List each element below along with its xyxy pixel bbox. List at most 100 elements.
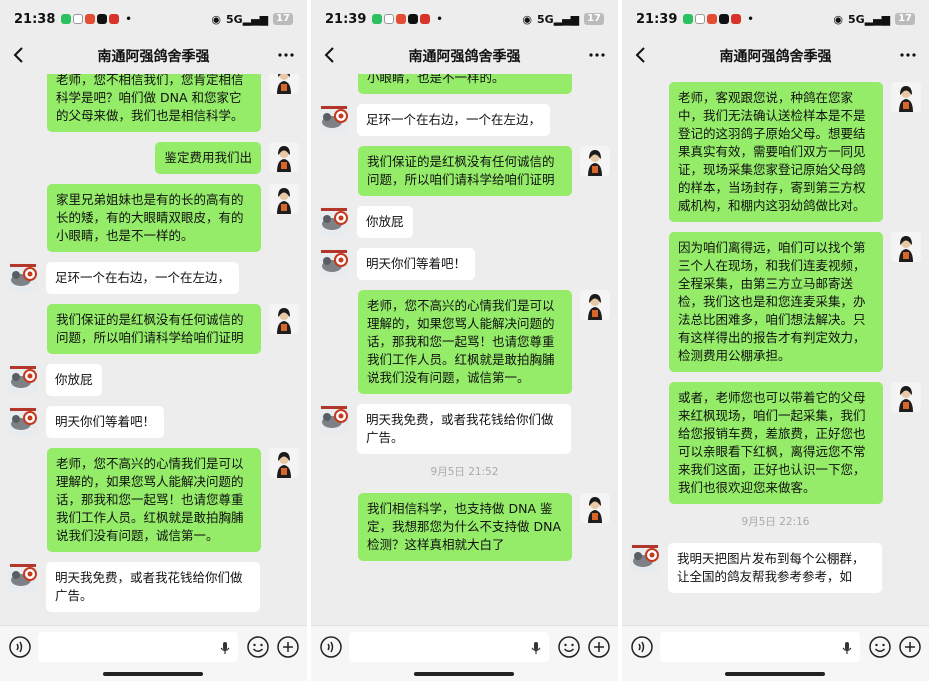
message-bubble[interactable]: 家里兄弟姐妹也是有的长的高有的长的矮，有的大眼睛双眼皮，有的小眼睛，也是不一样的…	[47, 184, 261, 252]
status-right: ◉ 5G▂▄▆ 17	[522, 13, 604, 26]
message-input[interactable]	[38, 632, 238, 662]
app-icon	[707, 14, 718, 24]
news-icon	[420, 14, 431, 24]
emoji-icon[interactable]	[246, 635, 270, 659]
plus-icon[interactable]	[587, 635, 611, 659]
voice-icon[interactable]	[8, 635, 32, 659]
message-bubble[interactable]: 你放屁	[46, 364, 102, 396]
more-notifications-icon: •	[747, 13, 754, 25]
message-bubble[interactable]: 因为咱们离得远，咱们可以找个第三个人在现场，和我们连麦视频，全程采集，由第三方立…	[669, 232, 883, 372]
chat-screen-1: 21:38 • ◉ 5G▂▄▆ 17 南通阿强鸽舍季强老师，您不相信我们，您肯定相信科学是…	[0, 0, 307, 681]
mic-icon[interactable]	[840, 640, 854, 654]
home-indicator[interactable]	[103, 672, 203, 676]
message-bubble[interactable]: 或者，老师您也可以带着它的父母来红枫现场，咱们一起采集，我们给您报销车费，差旅费…	[669, 382, 883, 504]
sender-avatar[interactable]	[269, 142, 299, 172]
contact-avatar[interactable]	[319, 248, 349, 278]
incoming-message: 明天我免费，或者我花钱给你们做广告。	[0, 562, 307, 612]
voice-icon[interactable]	[630, 635, 654, 659]
emoji-icon[interactable]	[557, 635, 581, 659]
more-icon[interactable]	[275, 44, 297, 66]
message-bubble[interactable]: 足环一个在右边，一个在左边，	[46, 262, 240, 294]
message-bubble[interactable]: 我们保证的是红枫没有任何诚信的问题，所以咱们请科学给咱们证明	[358, 146, 572, 196]
message-input[interactable]	[349, 632, 549, 662]
tiktok-icon	[719, 14, 730, 24]
outgoing-message: 家里兄弟姐妹也是有的长的高有的长的矮，有的大眼睛双眼皮，有的小眼睛，也是不一样的…	[0, 184, 307, 252]
chevron-left-icon[interactable]	[8, 44, 30, 66]
mic-icon[interactable]	[529, 640, 543, 654]
emoji-icon[interactable]	[868, 635, 892, 659]
outgoing-message: 老师，您不高兴的心情我们是可以理解的，如果您骂人能解决问题的话，那我和您一起骂！…	[0, 448, 307, 552]
message-bubble[interactable]: 老师，您不高兴的心情我们是可以理解的，如果您骂人能解决问题的话，那我和您一起骂！…	[47, 448, 261, 552]
tiktok-icon	[408, 14, 419, 24]
mic-icon[interactable]	[218, 640, 232, 654]
message-bubble[interactable]: 我们保证的是红枫没有任何诚信的问题，所以咱们请科学给咱们证明	[47, 304, 261, 354]
contact-avatar[interactable]	[8, 406, 38, 436]
contact-avatar[interactable]	[319, 104, 349, 134]
message-bubble[interactable]: 老师，您不相信我们，您肯定相信科学是吧？咱们做 DNA 和您家它的父母来做，我们…	[47, 74, 261, 132]
message-bubble[interactable]: 鉴定费用我们出	[155, 142, 261, 174]
message-bubble[interactable]: 我明天把图片发布到每个公棚群，让全国的鸽友帮我参考参考，如	[668, 543, 882, 593]
sender-avatar[interactable]	[269, 74, 299, 94]
message-list[interactable]: 老师，您不相信我们，您肯定相信科学是吧？咱们做 DNA 和您家它的父母来做，我们…	[0, 74, 307, 625]
message-input[interactable]	[660, 632, 860, 662]
message-list[interactable]: 家里兄弟姐妹也是有的长的高有的长的矮，有的大眼睛双眼皮，有的小眼睛，也是不一样的…	[311, 74, 618, 625]
news-icon	[109, 14, 120, 24]
location-icon: ◉	[522, 12, 532, 26]
message-bubble[interactable]: 明天你们等着吧！	[357, 248, 476, 280]
message-bubble[interactable]: 我们相信科学，也支持做 DNA 鉴定，我想那您为什么不支持做 DNA 检测？这样…	[358, 493, 572, 561]
contact-avatar[interactable]	[8, 262, 38, 292]
incoming-message: 足环一个在右边，一个在左边，	[0, 262, 307, 294]
message-list[interactable]: 老师，客观跟您说，种鸽在您家中，我们无法确认送检样本是不是登记的这羽鸽子原始父母…	[622, 74, 929, 625]
more-icon[interactable]	[897, 44, 919, 66]
chat-header: 南通阿强鸽舍季强	[622, 38, 929, 74]
message-bubble[interactable]: 明天你们等着吧！	[46, 406, 165, 438]
outgoing-message: 老师，客观跟您说，种鸽在您家中，我们无法确认送检样本是不是登记的这羽鸽子原始父母…	[622, 82, 929, 222]
chevron-left-icon[interactable]	[319, 44, 341, 66]
message-bubble[interactable]: 明天我免费，或者我花钱给你们做广告。	[46, 562, 260, 612]
wechat-icon	[61, 14, 72, 24]
sender-avatar[interactable]	[269, 184, 299, 214]
contact-avatar[interactable]	[630, 543, 660, 573]
sender-avatar[interactable]	[580, 290, 610, 320]
message-bubble[interactable]: 家里兄弟姐妹也是有的长的高有的长的矮，有的大眼睛双眼皮，有的小眼睛，也是不一样的…	[358, 74, 572, 94]
sender-avatar[interactable]	[269, 448, 299, 478]
outgoing-message: 或者，老师您也可以带着它的父母来红枫现场，咱们一起采集，我们给您报销车费，差旅费…	[622, 382, 929, 504]
contact-avatar[interactable]	[319, 206, 349, 236]
app-icon	[85, 14, 96, 24]
outgoing-message: 我们相信科学，也支持做 DNA 鉴定，我想那您为什么不支持做 DNA 检测？这样…	[311, 493, 618, 561]
message-bubble[interactable]: 老师，您不高兴的心情我们是可以理解的，如果您骂人能解决问题的话，那我和您一起骂！…	[358, 290, 572, 394]
sender-avatar[interactable]	[269, 304, 299, 334]
status-right: ◉ 5G▂▄▆ 17	[211, 13, 293, 26]
plus-icon[interactable]	[898, 635, 922, 659]
sender-avatar[interactable]	[891, 232, 921, 262]
contact-avatar[interactable]	[8, 364, 38, 394]
home-indicator[interactable]	[725, 672, 825, 676]
sender-avatar[interactable]	[580, 493, 610, 523]
signal-icon: 5G▂▄▆	[848, 12, 891, 26]
sender-avatar[interactable]	[891, 382, 921, 412]
message-bubble[interactable]: 老师，客观跟您说，种鸽在您家中，我们无法确认送检样本是不是登记的这羽鸽子原始父母…	[669, 82, 883, 222]
chat-title: 南通阿强鸽舍季强	[97, 49, 210, 65]
message-icon	[73, 14, 84, 24]
status-time: 21:38	[14, 11, 56, 27]
sender-avatar[interactable]	[580, 146, 610, 176]
more-icon[interactable]	[586, 44, 608, 66]
signal-icon: 5G▂▄▆	[226, 12, 269, 26]
contact-avatar[interactable]	[8, 562, 38, 592]
chevron-left-icon[interactable]	[630, 44, 652, 66]
chat-screen-3: 21:39 • ◉ 5G▂▄▆ 17 南通阿强鸽舍季强 老师，客观跟您说，种鸽在您家中，我们…	[622, 0, 929, 681]
more-notifications-icon: •	[125, 13, 132, 25]
battery-level: 17	[584, 13, 604, 25]
home-indicator[interactable]	[414, 672, 514, 676]
more-notifications-icon: •	[436, 13, 443, 25]
plus-icon[interactable]	[276, 635, 300, 659]
message-bubble[interactable]: 你放屁	[357, 206, 413, 238]
sender-avatar[interactable]	[891, 82, 921, 112]
incoming-message: 足环一个在右边，一个在左边，	[311, 104, 618, 136]
message-bubble[interactable]: 明天我免费，或者我花钱给你们做广告。	[357, 404, 571, 454]
message-timestamp: 9月5日 22:16	[741, 516, 810, 528]
message-bubble[interactable]: 足环一个在右边，一个在左边，	[357, 104, 551, 136]
voice-icon[interactable]	[319, 635, 343, 659]
message-timestamp: 9月5日 21:52	[430, 466, 499, 478]
contact-avatar[interactable]	[319, 404, 349, 434]
